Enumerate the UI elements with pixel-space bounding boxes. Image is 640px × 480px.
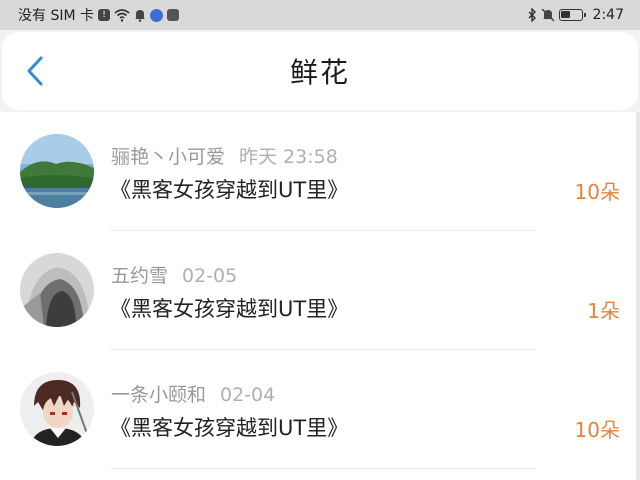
flower-list: 骊艳丶小可爱 昨天 23:58 《黑客女孩穿越到UT里》 10朵 五约雪 02-05… bbox=[0, 112, 636, 480]
status-right: 2:47 bbox=[527, 7, 624, 23]
bluetooth-icon bbox=[527, 8, 537, 22]
avatar[interactable] bbox=[20, 372, 94, 446]
wifi-icon bbox=[114, 8, 130, 22]
app-icon bbox=[150, 8, 163, 22]
message-icon bbox=[167, 9, 179, 21]
list-item[interactable]: 五约雪 02-05 《黑客女孩穿越到UT里》 1朵 bbox=[0, 231, 636, 350]
mute-icon bbox=[541, 8, 555, 22]
divider bbox=[110, 468, 536, 469]
timestamp: 02-05 bbox=[182, 265, 238, 287]
book-title: 《黑客女孩穿越到UT里》 bbox=[110, 416, 349, 440]
avatar[interactable] bbox=[20, 253, 94, 327]
battery-icon bbox=[558, 9, 586, 21]
username: 一条小颐和 bbox=[111, 384, 207, 406]
scrollbar[interactable] bbox=[636, 112, 640, 480]
sim-alert-icon: ! bbox=[98, 9, 110, 21]
meta-line: 五约雪 02-05 bbox=[111, 261, 237, 288]
header: 鲜花 bbox=[2, 32, 638, 110]
carrier-label: 没有 SIM 卡 bbox=[18, 8, 94, 24]
avatar[interactable] bbox=[20, 134, 94, 208]
timestamp: 02-04 bbox=[220, 384, 276, 406]
status-bar: 没有 SIM 卡 ! 2:47 bbox=[0, 0, 640, 30]
username: 五约雪 bbox=[111, 265, 169, 287]
username: 骊艳丶小可爱 bbox=[111, 146, 226, 168]
timestamp: 昨天 23:58 bbox=[239, 146, 338, 168]
back-button[interactable] bbox=[20, 56, 50, 86]
meta-line: 一条小颐和 02-04 bbox=[111, 380, 275, 407]
flower-count: 10朵 bbox=[574, 418, 620, 442]
flower-count: 10朵 bbox=[574, 180, 620, 204]
flower-count: 1朵 bbox=[587, 299, 620, 323]
book-title: 《黑客女孩穿越到UT里》 bbox=[110, 178, 349, 202]
list-item[interactable]: 骊艳丶小可爱 昨天 23:58 《黑客女孩穿越到UT里》 10朵 bbox=[0, 112, 636, 231]
status-time: 2:47 bbox=[592, 7, 624, 23]
meta-line: 骊艳丶小可爱 昨天 23:58 bbox=[111, 142, 338, 169]
chevron-left-icon bbox=[27, 56, 43, 86]
notification-bell-icon bbox=[134, 9, 146, 22]
book-title: 《黑客女孩穿越到UT里》 bbox=[110, 297, 349, 321]
list-item[interactable]: 一条小颐和 02-04 《黑客女孩穿越到UT里》 10朵 bbox=[0, 350, 636, 469]
status-left: 没有 SIM 卡 ! bbox=[18, 5, 179, 25]
page-title: 鲜花 bbox=[289, 56, 350, 89]
